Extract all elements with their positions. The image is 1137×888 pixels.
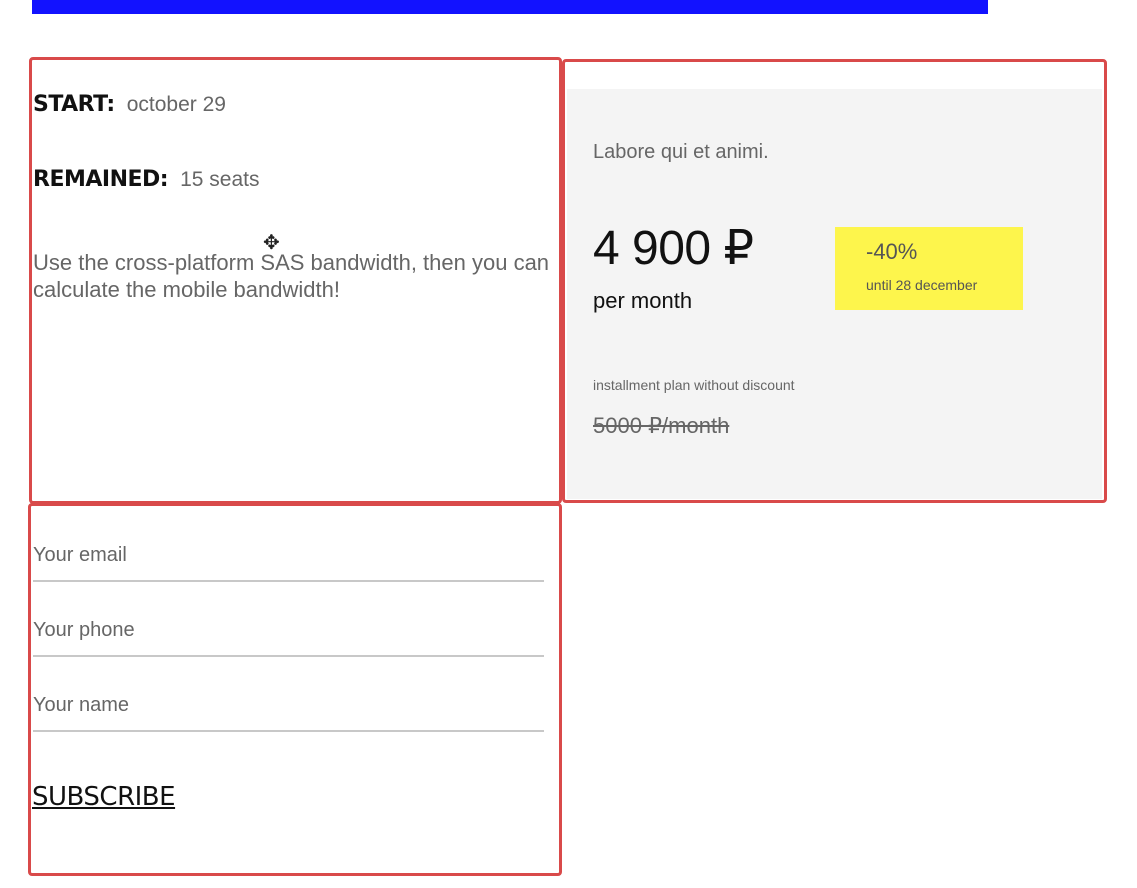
start-value: october 29 [126,93,226,116]
remained-label: REMAINED: [33,167,169,192]
price-amount: 4 900 ₽ [593,222,754,275]
move-cursor-icon: ✥ [263,232,280,254]
discount-deadline: until 28 december [866,277,978,293]
email-field[interactable] [33,530,544,582]
price-tagline: Labore qui et animi. [593,141,769,163]
remained-value: 15 seats [180,168,260,191]
start-date-row: START: october 29 [33,92,226,117]
phone-field[interactable] [33,605,544,657]
subscribe-button[interactable]: SUBSCRIBE [32,782,176,812]
start-label: START: [33,92,115,117]
discount-badge: -40% until 28 december [835,227,1023,310]
name-field[interactable] [33,680,544,732]
top-banner-bar [32,0,988,14]
discount-percent: -40% [866,239,918,264]
course-description: Use the cross-platform SAS bandwidth, th… [33,250,550,302]
old-price: 5000 ₽/month [593,413,730,438]
price-period: per month [593,288,693,313]
remaining-seats-row: REMAINED: 15 seats [33,167,259,192]
installment-note: installment plan without discount [593,377,795,393]
